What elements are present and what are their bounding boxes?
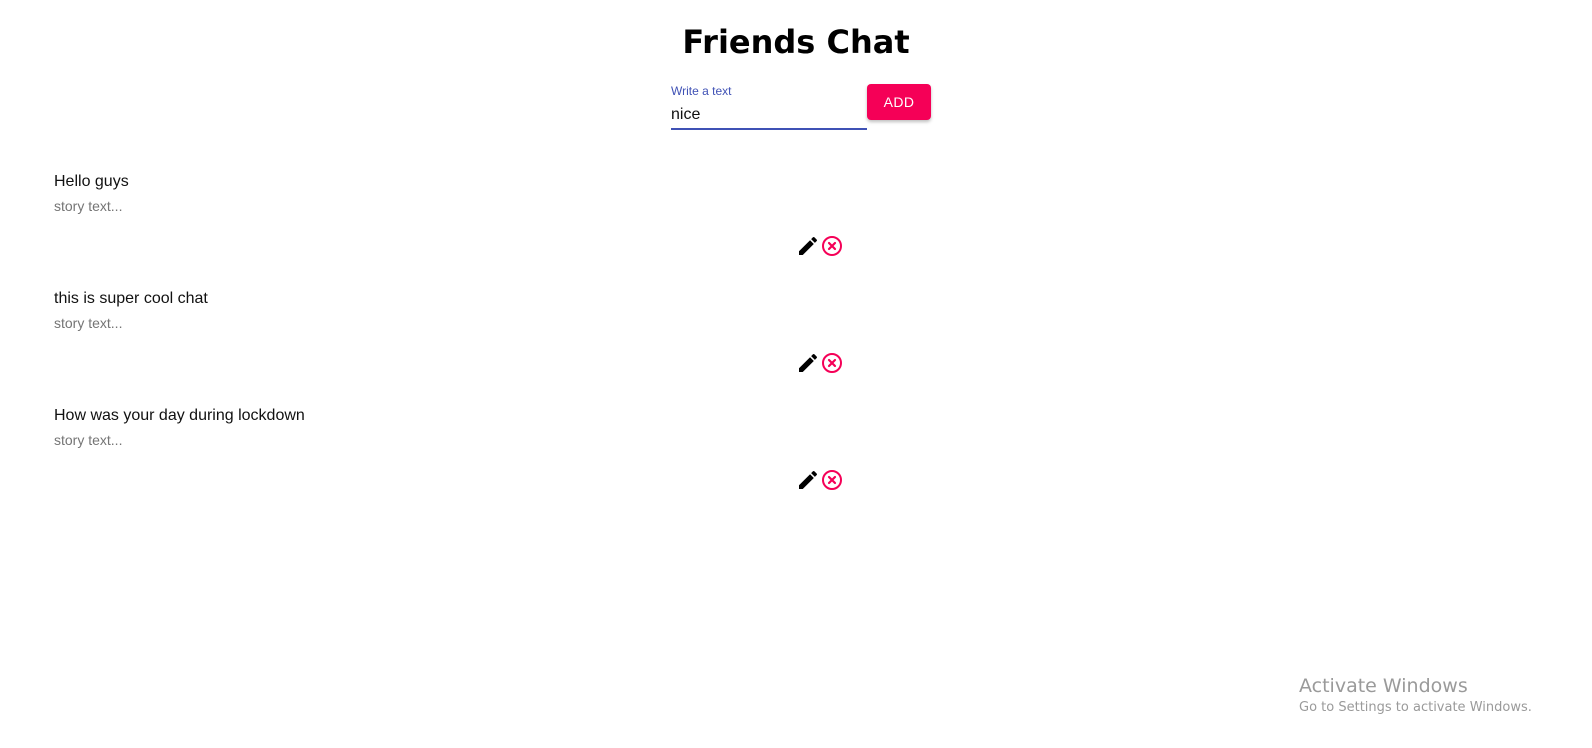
message-secondary-text: story text... [54,198,123,214]
text-input[interactable] [671,102,867,130]
pencil-icon[interactable] [796,468,820,492]
cancel-circle-icon[interactable] [820,468,844,492]
watermark-title: Activate Windows [1299,675,1468,697]
message-secondary-text: story text... [54,315,123,331]
list-item: this is super cool chat story text... [0,280,1592,397]
text-field: Write a text [671,82,867,132]
message-text: this is super cool chat [54,290,208,307]
list-item: How was your day during lockdown story t… [0,397,1592,514]
activation-watermark: Activate Windows Go to Settings to activ… [1299,674,1532,718]
message-actions [796,467,844,493]
cancel-circle-icon[interactable] [820,234,844,258]
text-field-label: Write a text [671,84,732,98]
message-text: How was your day during lockdown [54,407,305,424]
message-actions [796,233,844,259]
pencil-icon[interactable] [796,351,820,375]
page-title: Friends Chat [682,23,910,61]
watermark-subtitle: Go to Settings to activate Windows. [1299,700,1532,715]
cancel-circle-icon[interactable] [820,351,844,375]
add-button[interactable]: ADD [867,84,931,120]
pencil-icon[interactable] [796,234,820,258]
message-actions [796,350,844,376]
list-item: Hello guys story text... [0,163,1592,280]
message-secondary-text: story text... [54,432,123,448]
message-text: Hello guys [54,173,129,190]
message-list: Hello guys story text... this is super c… [0,163,1592,514]
